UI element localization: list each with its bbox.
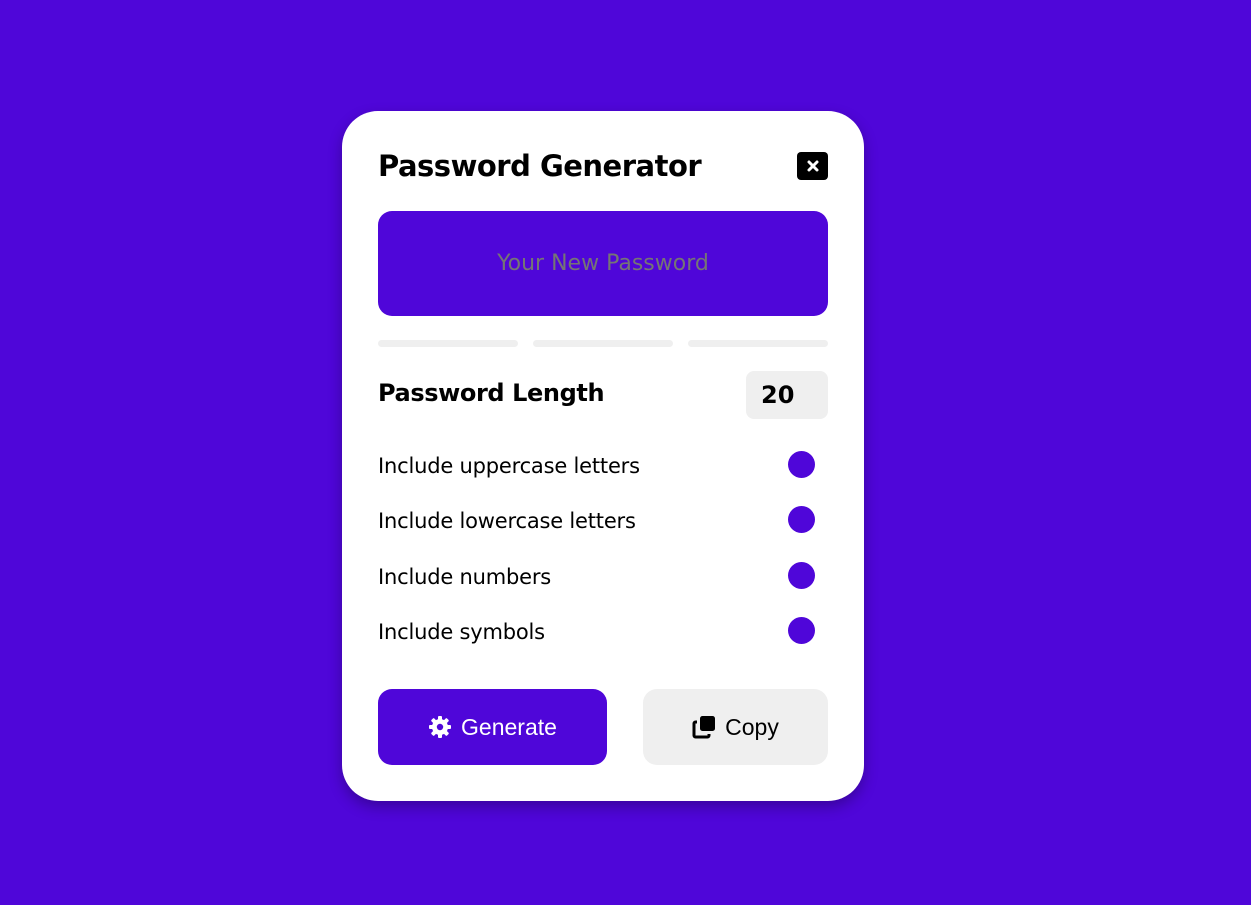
- option-label: Include numbers: [378, 565, 552, 589]
- option-symbols: Include symbols: [378, 615, 828, 649]
- symbols-toggle[interactable]: [788, 617, 815, 644]
- copy-button[interactable]: Copy: [643, 689, 828, 765]
- strength-meter: [378, 340, 828, 347]
- strength-bar-3: [688, 340, 828, 347]
- generate-label: Generate: [461, 713, 557, 740]
- option-label: Include symbols: [378, 620, 545, 644]
- option-numbers: Include numbers: [378, 560, 828, 594]
- length-input[interactable]: [746, 371, 828, 419]
- password-generator-card: Password Generator Password Length Inclu…: [342, 111, 864, 801]
- lowercase-toggle[interactable]: [788, 506, 815, 533]
- copy-label: Copy: [725, 713, 779, 740]
- strength-bar-2: [533, 340, 673, 347]
- uppercase-toggle[interactable]: [788, 451, 815, 478]
- app-title: Password Generator: [378, 149, 702, 183]
- option-uppercase: Include uppercase letters: [378, 449, 828, 483]
- generate-button[interactable]: Generate: [378, 689, 607, 765]
- strength-bar-1: [378, 340, 518, 347]
- option-label: Include uppercase letters: [378, 454, 640, 478]
- numbers-toggle[interactable]: [788, 562, 815, 589]
- length-label: Password Length: [378, 379, 605, 407]
- password-output[interactable]: [378, 211, 828, 316]
- gear-icon: [428, 715, 452, 739]
- close-button[interactable]: [797, 152, 828, 180]
- copy-icon: [692, 715, 716, 739]
- option-label: Include lowercase letters: [378, 509, 636, 533]
- option-lowercase: Include lowercase letters: [378, 504, 828, 538]
- close-icon: [807, 160, 818, 172]
